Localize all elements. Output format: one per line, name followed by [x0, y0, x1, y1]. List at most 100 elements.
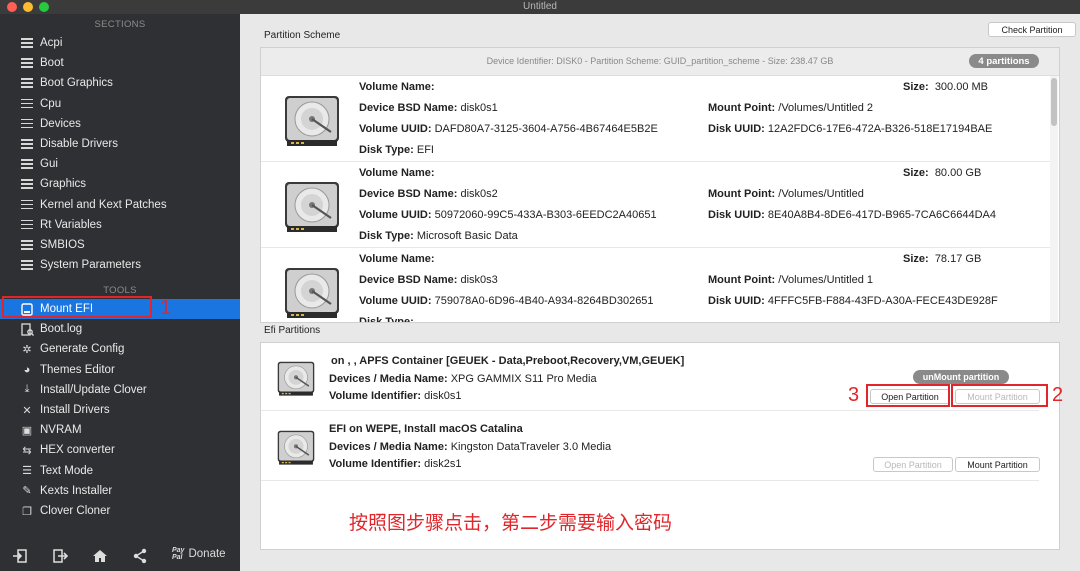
export-icon[interactable]	[52, 548, 69, 568]
partition-scheme-panel: Device Identifier: DISK0 - Partition Sch…	[260, 47, 1060, 323]
sidebar-item-label: SMBIOS	[40, 239, 85, 251]
sidebar-item-cpu[interactable]: Cpu	[0, 94, 240, 114]
sidebar-item-label: Rt Variables	[40, 218, 102, 231]
sections-heading: SECTIONS	[94, 19, 146, 30]
sidebar-item-nvram[interactable]: ▣ NVRAM	[0, 420, 240, 440]
puzzle-icon: ✎	[22, 485, 32, 498]
sidebar-item-devices[interactable]: Devices	[0, 114, 240, 134]
list-icon	[20, 117, 34, 131]
sidebar-item-label: Cpu	[40, 97, 62, 110]
volume-name-field: Volume Name:	[359, 81, 435, 93]
volume-row[interactable]: Volume Name: Size: 78.17 GB Device BSD Na…	[261, 248, 1051, 323]
gears-icon: ✲	[22, 343, 32, 356]
bsd-name-field: Device BSD Name: disk0s2	[359, 188, 498, 200]
disk-type-field: Disk Type: EFI	[359, 144, 434, 156]
hard-disk-icon	[281, 90, 343, 150]
sidebar-item-label: Disable Drivers	[40, 138, 118, 150]
sidebar-item-boot[interactable]: Boot	[0, 53, 240, 73]
media-name-field: Devices / Media Name: XPG GAMMIX S11 Pro…	[329, 373, 597, 385]
sidebar-item-label: HEX converter	[40, 444, 115, 457]
open-partition-button[interactable]: Open Partition	[873, 457, 953, 472]
sidebar-item-system-parameters[interactable]: System Parameters	[0, 255, 240, 275]
size-field: Size: 78.17 GB	[903, 253, 982, 265]
sidebar-item-label: Gui	[40, 158, 58, 171]
disk-type-field: Disk Type:	[359, 316, 414, 323]
bsd-name-field: Device BSD Name: disk0s3	[359, 274, 498, 286]
sidebar-item-label: Kexts Installer	[40, 484, 113, 497]
volume-row[interactable]: Volume Name: Size: 300.00 MB Device BSD N…	[261, 76, 1051, 162]
watermark-text: 极配者电脑	[880, 513, 991, 538]
import-icon[interactable]	[12, 548, 28, 568]
disk-uuid-field: Disk UUID: 8E40A8B4-8DE6-417D-B965-7CA6C…	[708, 209, 996, 221]
sidebar-item-install-update-clover[interactable]: ⤓ Install/Update Clover	[0, 380, 240, 400]
mount-partition-button[interactable]: Mount Partition	[955, 457, 1040, 472]
efi-partition-title: EFI on WEPE, Install macOS Catalina	[329, 423, 523, 435]
size-field: Size: 80.00 GB	[903, 167, 982, 179]
chip-icon: ▣	[21, 424, 33, 437]
sidebar-item-clover-cloner[interactable]: ❐ Clover Cloner	[0, 501, 240, 521]
sidebar-item-rt-variables[interactable]: Rt Variables	[0, 215, 240, 235]
sidebar-item-boot-graphics[interactable]: Boot Graphics	[0, 73, 240, 93]
sidebar-item-graphics[interactable]: Graphics	[0, 174, 240, 194]
sidebar-item-label: Generate Config	[40, 343, 125, 356]
main-panel: Partition Scheme Check Partition Device …	[240, 14, 1080, 571]
palette-icon: ◕	[23, 363, 31, 376]
sidebar: SECTIONS Acpi Boot Boot Graphics Cpu Devices…	[0, 14, 240, 571]
sidebar-item-hex-converter[interactable]: ⇆ HEX converter	[0, 440, 240, 460]
sidebar-item-label: Graphics	[40, 178, 87, 191]
volume-identifier-field: Volume Identifier: disk0s1	[329, 390, 462, 402]
list-icon	[20, 76, 34, 90]
sidebar-item-themes-editor[interactable]: ◕ Themes Editor	[0, 360, 240, 380]
sidebar-item-boot-log[interactable]: Boot.log	[0, 319, 240, 339]
sidebar-item-disable-drivers[interactable]: Disable Drivers	[0, 134, 240, 154]
volumes-scrollbar[interactable]	[1050, 76, 1058, 322]
list-icon	[20, 157, 34, 171]
volumes-scroll-thumb[interactable]	[1051, 78, 1057, 126]
list-icon	[20, 137, 34, 151]
donate-button[interactable]: Pay Pal Donate	[172, 547, 226, 561]
sidebar-item-label: Kernel and Kext Patches	[40, 198, 167, 211]
sidebar-item-label: Clover Cloner	[40, 505, 111, 517]
step3-number: 3	[848, 384, 860, 406]
volume-row[interactable]: Volume Name: Size: 80.00 GB Device BSD Na…	[261, 162, 1051, 248]
download-icon: ⤓	[24, 383, 30, 396]
hard-disk-icon	[275, 426, 317, 468]
sidebar-item-smbios[interactable]: SMBIOS	[0, 235, 240, 255]
sidebar-item-install-drivers[interactable]: ✕ Install Drivers	[0, 400, 240, 420]
volume-name-field: Volume Name:	[359, 253, 435, 265]
sidebar-item-label: Themes Editor	[40, 363, 115, 376]
home-icon[interactable]	[92, 548, 108, 568]
donate-label: Donate	[188, 548, 226, 560]
mount-point-field: Mount Point: /Volumes/Untitled 2	[708, 102, 874, 114]
partition-count-badge: 4 partitions	[969, 54, 1039, 68]
sidebar-item-label: Text Mode	[40, 464, 94, 477]
efi-partition-row[interactable]: EFI on WEPE, Install macOS Catalina Devic…	[261, 413, 1040, 481]
sidebar-item-gui[interactable]: Gui	[0, 154, 240, 174]
list-icon	[20, 218, 34, 232]
sidebar-item-kexts-installer[interactable]: ✎ Kexts Installer	[0, 481, 240, 501]
disk-uuid-field: Disk UUID: 12A2FDC6-17E6-472A-B326-518E1…	[708, 123, 993, 135]
list-icon	[20, 97, 34, 111]
disk-type-field: Disk Type: Microsoft Basic Data	[359, 230, 518, 242]
step2-highlight	[951, 384, 1048, 407]
wechat-icon	[848, 508, 878, 534]
mount-point-field: Mount Point: /Volumes/Untitled 1	[708, 274, 874, 286]
sidebar-item-generate-config[interactable]: ✲ Generate Config	[0, 339, 240, 359]
sidebar-item-label: Acpi	[40, 37, 63, 49]
log-search-icon	[20, 322, 34, 336]
sidebar-bottom-bar: Pay Pal Donate	[0, 541, 240, 571]
device-identifier-text: Device Identifier: DISK0 - Partition Sch…	[486, 56, 834, 66]
list-icon	[20, 177, 34, 191]
sidebar-item-kernel-and-kext-patches[interactable]: Kernel and Kext Patches	[0, 195, 240, 215]
check-partition-button[interactable]: Check Partition	[988, 22, 1076, 37]
sidebar-item-acpi[interactable]: Acpi	[0, 33, 240, 53]
share-icon[interactable]	[132, 548, 148, 568]
sidebar-item-text-mode[interactable]: ☰ Text Mode	[0, 461, 240, 481]
sidebar-item-label: Install/Update Clover	[40, 383, 147, 396]
hard-disk-icon	[275, 357, 317, 399]
efi-partitions-label: Efi Partitions	[264, 325, 321, 336]
step1-highlight	[2, 296, 152, 318]
size-field: Size: 300.00 MB	[903, 81, 989, 93]
step3-highlight	[866, 384, 950, 407]
sidebar-item-label: Boot Graphics	[40, 77, 113, 90]
